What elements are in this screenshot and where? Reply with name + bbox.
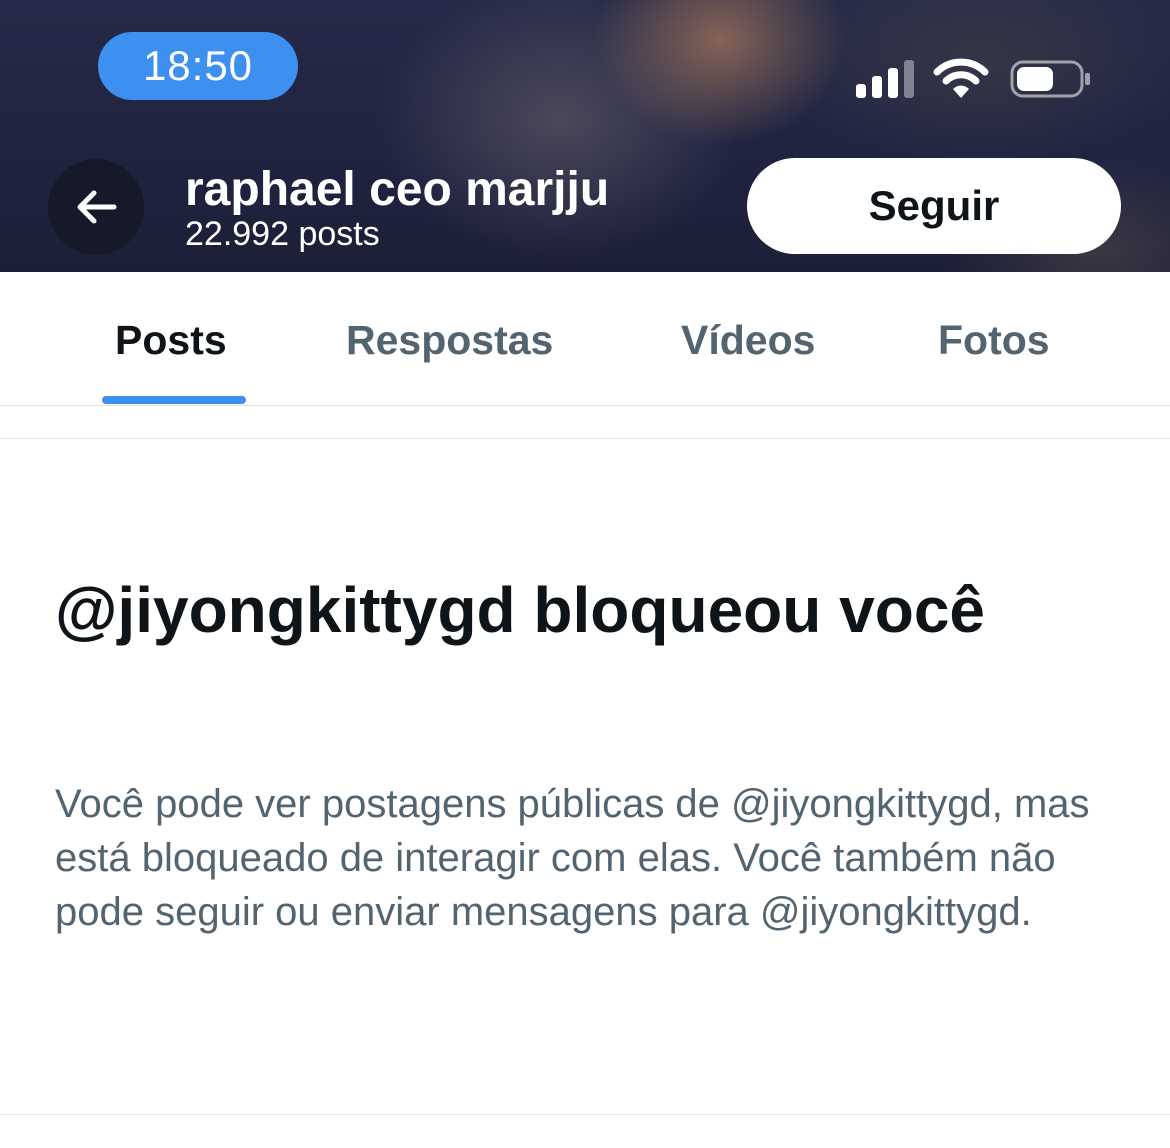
cellular-signal-icon [856, 58, 914, 98]
status-time[interactable]: 18:50 [98, 32, 298, 100]
blocked-description: Você pode ver postagens públicas de @jiy… [55, 782, 1090, 934]
content-divider-top [0, 438, 1170, 439]
follow-button[interactable]: Seguir [747, 158, 1121, 254]
content-divider-bottom [0, 1114, 1170, 1115]
post-count: 22.992 posts [185, 215, 380, 253]
profile-screen: 18:50 raphael ceo marjju 22.992 posts Se… [0, 0, 1170, 1148]
tab-fotos[interactable]: Fotos [938, 312, 1050, 368]
wifi-icon [933, 58, 989, 98]
active-tab-indicator [102, 396, 246, 404]
arrow-left-icon [77, 190, 117, 224]
tab-respostas[interactable]: Respostas [346, 312, 553, 368]
profile-tabs: Posts Respostas Vídeos Fotos [0, 272, 1170, 406]
profile-header-banner: 18:50 raphael ceo marjju 22.992 posts Se… [0, 0, 1170, 272]
battery-icon [1010, 60, 1090, 98]
blocked-title: @jiyongkittygd bloqueou você [55, 574, 985, 646]
profile-name: raphael ceo marjju [185, 163, 610, 216]
tab-videos[interactable]: Vídeos [681, 312, 815, 368]
tab-posts[interactable]: Posts [115, 312, 227, 368]
back-button[interactable] [48, 159, 144, 255]
